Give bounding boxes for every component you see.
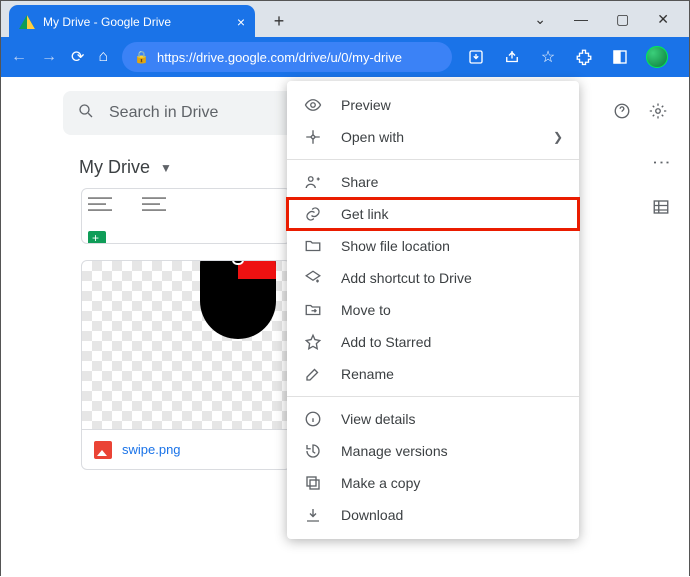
- lock-icon: 🔒: [134, 50, 149, 64]
- link-icon: [303, 204, 323, 224]
- share-icon[interactable]: [502, 47, 522, 67]
- shortcut-icon: [303, 268, 323, 288]
- more-actions-icon[interactable]: ⋮: [651, 154, 672, 174]
- file-card-swipe[interactable]: swipe.png: [81, 260, 291, 470]
- menu-make-copy[interactable]: Make a copy: [287, 467, 579, 499]
- copy-icon: [303, 473, 323, 493]
- window-titlebar: My Drive - Google Drive × + ⌄ — ▢ ✕: [1, 1, 689, 37]
- maximize-icon[interactable]: ▢: [616, 11, 629, 28]
- url-text: https://drive.google.com/drive/u/0/my-dr…: [157, 50, 402, 65]
- caret-down-icon[interactable]: ⌄: [534, 11, 546, 28]
- page-content: Search in Drive My Drive ▼ ▬▬▬▬▬▬▬▬▬▬▬ ▬…: [1, 77, 689, 577]
- move-icon: [303, 300, 323, 320]
- menu-view-details[interactable]: View details: [287, 403, 579, 435]
- url-input[interactable]: 🔒 https://drive.google.com/drive/u/0/my-…: [122, 42, 452, 72]
- home-icon[interactable]: ⌂: [98, 47, 108, 67]
- menu-manage-versions[interactable]: Manage versions: [287, 435, 579, 467]
- menu-move-to[interactable]: Move to: [287, 294, 579, 326]
- tab-title: My Drive - Google Drive: [43, 15, 171, 29]
- search-placeholder: Search in Drive: [109, 104, 218, 122]
- sheets-icon: [88, 231, 106, 244]
- menu-preview[interactable]: Preview: [287, 89, 579, 121]
- install-icon[interactable]: [466, 47, 486, 67]
- minimize-icon[interactable]: —: [574, 11, 588, 27]
- chevron-down-icon: ▼: [160, 161, 172, 175]
- close-tab-icon[interactable]: ×: [237, 14, 245, 30]
- star-icon: [303, 332, 323, 352]
- file-name: swipe.png: [122, 442, 181, 457]
- menu-icon[interactable]: ⋮: [684, 47, 690, 67]
- menu-rename[interactable]: Rename: [287, 358, 579, 390]
- open-with-icon: [303, 127, 323, 147]
- image-file-icon: [94, 441, 112, 459]
- window-controls: ⌄ — ▢ ✕: [534, 1, 689, 37]
- info-icon: [303, 409, 323, 429]
- menu-show-location[interactable]: Show file location: [287, 230, 579, 262]
- share-person-icon: [303, 172, 323, 192]
- list-layout-icon[interactable]: [652, 198, 670, 216]
- back-icon[interactable]: ←: [11, 47, 27, 67]
- breadcrumb-label: My Drive: [79, 157, 150, 178]
- new-tab-button[interactable]: +: [265, 7, 293, 35]
- context-menu: Preview Open with ❯ Share Get link Show …: [287, 81, 579, 539]
- eye-icon: [303, 95, 323, 115]
- reload-icon[interactable]: ⟳: [71, 47, 84, 67]
- menu-add-shortcut[interactable]: Add shortcut to Drive: [287, 262, 579, 294]
- menu-add-starred[interactable]: Add to Starred: [287, 326, 579, 358]
- chevron-right-icon: ❯: [553, 130, 563, 144]
- folder-icon: [303, 236, 323, 256]
- image-preview: [82, 261, 290, 429]
- browser-toolbar: ← → ⟳ ⌂ 🔒 https://drive.google.com/drive…: [1, 37, 689, 77]
- file-card[interactable]: ▬▬▬▬▬▬▬▬▬▬▬ ▬▬▬▬▬▬▬▬▬▬▬: [81, 188, 291, 244]
- forward-icon: →: [41, 47, 57, 67]
- help-icon[interactable]: [613, 102, 631, 125]
- search-icon: [77, 102, 95, 125]
- bookmark-icon[interactable]: ☆: [538, 47, 558, 67]
- extensions-icon[interactable]: [574, 47, 594, 67]
- tabs-icon[interactable]: [610, 47, 630, 67]
- menu-open-with[interactable]: Open with ❯: [287, 121, 579, 153]
- profile-avatar[interactable]: [646, 46, 668, 68]
- mouse-illustration: [192, 260, 288, 345]
- menu-download[interactable]: Download: [287, 499, 579, 531]
- close-window-icon[interactable]: ✕: [657, 11, 669, 28]
- menu-share[interactable]: Share: [287, 166, 579, 198]
- download-icon: [303, 505, 323, 525]
- menu-divider: [287, 159, 579, 160]
- menu-get-link[interactable]: Get link: [287, 198, 579, 230]
- menu-divider: [287, 396, 579, 397]
- drive-favicon: [19, 14, 35, 30]
- browser-tab[interactable]: My Drive - Google Drive ×: [9, 5, 255, 39]
- rename-icon: [303, 364, 323, 384]
- settings-gear-icon[interactable]: [649, 102, 667, 125]
- versions-icon: [303, 441, 323, 461]
